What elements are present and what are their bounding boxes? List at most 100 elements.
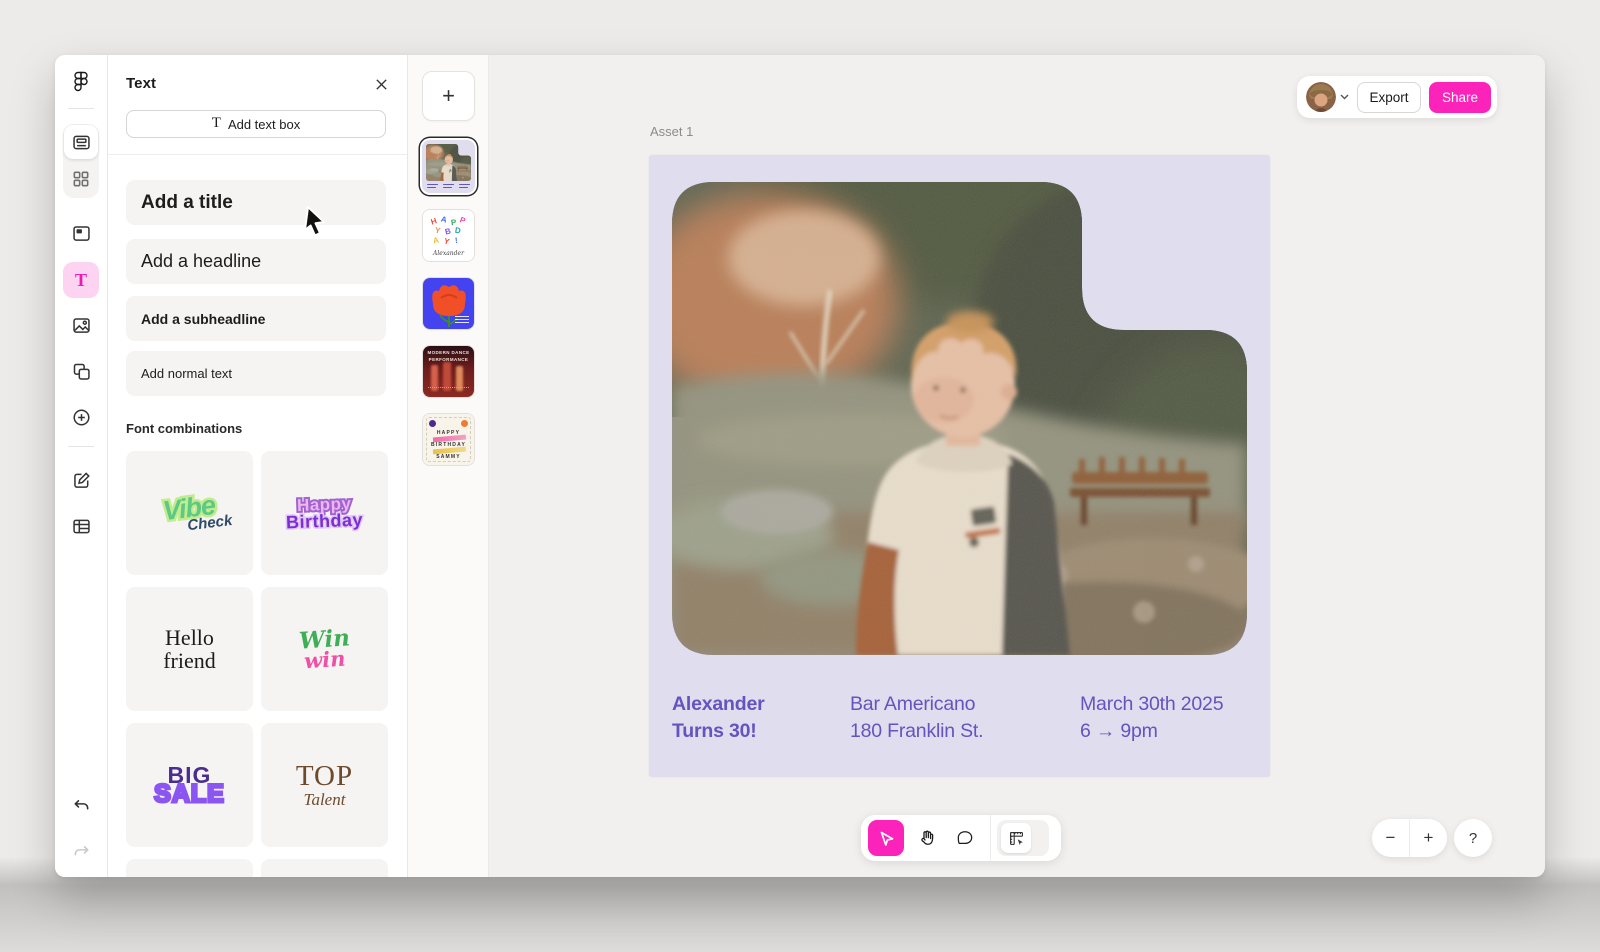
zoom-out-button[interactable]: − (1372, 819, 1409, 857)
measure-tool-button[interactable] (997, 820, 1049, 856)
figma-logo-icon[interactable] (69, 70, 93, 94)
table-icon (71, 516, 92, 537)
font-combo-happy-birthday[interactable]: Happy Birthday (261, 451, 388, 575)
page-thumbnail-3[interactable] (422, 277, 475, 330)
canvas-toolbar (861, 815, 1061, 861)
preset-label: Add a headline (141, 251, 261, 272)
cursor-icon (877, 829, 896, 848)
close-icon (374, 77, 389, 92)
text-tool-button[interactable]: T (63, 262, 99, 298)
font-combo-hello-friend[interactable]: Hello friend (126, 587, 253, 711)
page-thumbnail-1-selected[interactable] (422, 140, 475, 193)
dot-accent (461, 420, 468, 427)
font-combo-big-sale[interactable]: BIG SALE (126, 723, 253, 847)
image-tool-button[interactable] (63, 307, 99, 343)
grid-icon (71, 169, 91, 189)
panel-divider (108, 154, 408, 155)
add-text-box-label: Add text box (228, 117, 300, 132)
font-combo-top-talent[interactable]: TOP Talent (261, 723, 388, 847)
table-tool-button[interactable] (63, 508, 99, 544)
font-combo-win-win[interactable]: Win win (261, 587, 388, 711)
add-text-box-button[interactable]: T Add text box (126, 110, 386, 138)
thumbnail-text-line (427, 187, 436, 189)
zoom-in-button[interactable]: + (1410, 819, 1447, 857)
combo-line: SALE (154, 780, 225, 809)
share-button[interactable]: Share (1429, 82, 1491, 113)
thumbnail-text-line (459, 184, 470, 186)
kid-photo[interactable] (672, 182, 1247, 655)
preset-add-title[interactable]: Add a title (126, 180, 386, 225)
page-thumbnail-5[interactable]: HAPPY BIRTHDAY SAMMY (422, 413, 475, 466)
editor-window: T (55, 55, 1545, 877)
event-date-text[interactable]: March 30th 2025 6 → 9pm (1080, 691, 1223, 745)
font-combinations-heading: Font combinations (126, 421, 242, 436)
thumbnail-caption: Alexander (423, 250, 474, 257)
text-tool-icon: T (75, 271, 87, 289)
scatter-letter: D (454, 226, 461, 236)
thumbnail-text-line (443, 184, 454, 186)
comment-tool-button[interactable] (948, 821, 982, 855)
page-thumbnail-4[interactable]: MODERN DANCEPERFORMANCE (422, 345, 475, 398)
add-element-button[interactable] (63, 399, 99, 435)
undo-button[interactable] (63, 788, 99, 824)
preset-label: Add a subheadline (141, 311, 265, 327)
thumbnail-photo (426, 144, 471, 181)
scatter-letter: A (432, 235, 440, 245)
preset-add-headline[interactable]: Add a headline (126, 239, 386, 284)
scatter-letter: Y (443, 236, 451, 246)
select-tool-button[interactable] (868, 820, 904, 856)
hand-tool-button[interactable] (910, 821, 944, 855)
combo-line: Birthday (286, 509, 364, 533)
account-menu[interactable] (1306, 82, 1349, 112)
event-title-line: Turns 30! (672, 718, 765, 745)
thumbnail-text-line (459, 187, 468, 189)
event-title-text[interactable]: Alexander Turns 30! (672, 691, 765, 745)
artboard-asset-1[interactable]: Alexander Turns 30! Bar Americano 180 Fr… (649, 155, 1270, 777)
undo-icon (71, 796, 92, 817)
redo-button[interactable] (63, 834, 99, 870)
add-circle-icon (71, 407, 92, 428)
preset-add-normal-text[interactable]: Add normal text (126, 351, 386, 396)
font-combo-partial[interactable] (261, 859, 388, 877)
grid-view-button[interactable] (64, 162, 98, 196)
combo-line: Hello (163, 626, 216, 649)
font-combo-partial[interactable] (126, 859, 253, 877)
shapes-tool-button[interactable] (63, 353, 99, 389)
event-location-text[interactable]: Bar Americano 180 Franklin St. (850, 691, 983, 745)
edit-icon (71, 470, 92, 491)
pages-panel: + H A P P Y B D A Y ! Alexander (408, 55, 489, 877)
toolbar-divider (990, 815, 991, 861)
thumbnail-text-line (427, 184, 438, 186)
panel-title: Text (126, 75, 156, 92)
templates-tool-button[interactable] (63, 215, 99, 251)
hand-icon (917, 828, 938, 849)
scatter-letter: P (459, 215, 467, 225)
view-mode-group (63, 124, 99, 198)
font-combo-vibe-check[interactable]: Vibe Check (126, 451, 253, 575)
dotted-rule (428, 387, 469, 388)
slides-icon (71, 132, 92, 153)
thumbnail-word: SAMMY (423, 454, 474, 460)
comment-icon (955, 828, 975, 848)
avatar (1306, 82, 1336, 112)
plus-icon: + (1424, 828, 1434, 848)
combo-line: Talent (304, 790, 346, 810)
image-icon (71, 315, 92, 336)
thumbnail-text-line (443, 187, 452, 189)
scatter-letter: ! (455, 236, 459, 245)
preset-add-subheadline[interactable]: Add a subheadline (126, 296, 386, 341)
scatter-letter: B (444, 226, 452, 236)
thumbnail-artboard: H A P P Y B D A Y ! Alexander (423, 210, 474, 261)
export-button[interactable]: Export (1357, 82, 1421, 113)
page-thumbnail-2[interactable]: H A P P Y B D A Y ! Alexander (422, 209, 475, 262)
preset-label: Add a title (141, 192, 233, 214)
asset-label[interactable]: Asset 1 (650, 124, 693, 139)
add-page-button[interactable]: + (422, 71, 475, 121)
shapes-icon (71, 361, 92, 382)
close-panel-button[interactable] (371, 74, 391, 94)
redo-icon (71, 842, 92, 863)
help-button[interactable]: ? (1454, 819, 1492, 857)
event-location-line: Bar Americano (850, 691, 983, 718)
edit-tool-button[interactable] (63, 462, 99, 498)
slides-view-button[interactable] (64, 125, 98, 159)
